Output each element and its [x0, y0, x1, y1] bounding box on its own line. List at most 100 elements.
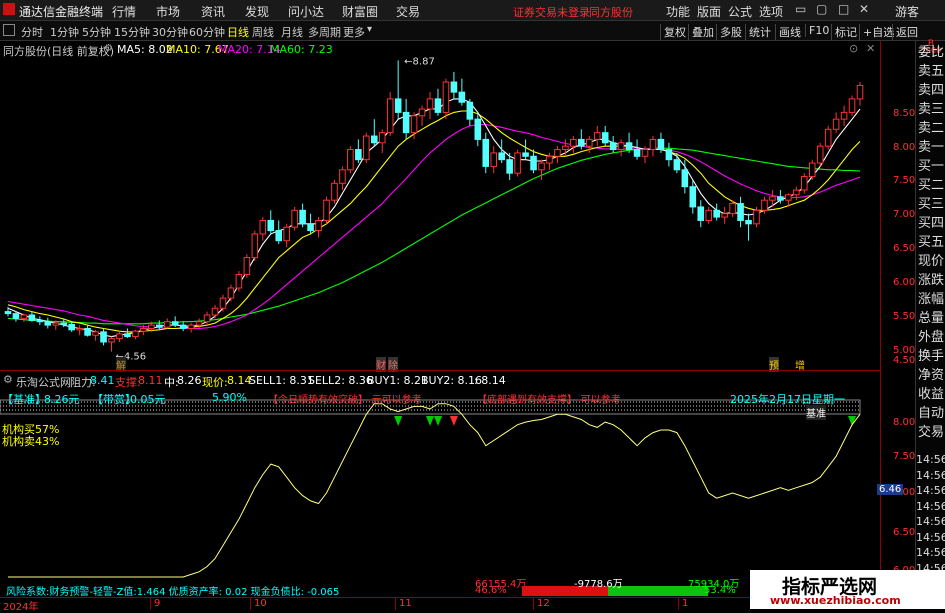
candle-body	[681, 169, 689, 188]
guest-button[interactable]: 游客	[895, 3, 919, 20]
candle-body	[60, 322, 68, 325]
zoom-icon[interactable]: ⊙	[849, 42, 858, 55]
menu-shichang[interactable]: 市场	[156, 3, 180, 20]
tf-multi[interactable]: 多周期	[308, 24, 341, 40]
candle-body	[697, 206, 705, 221]
tf-more[interactable]: 更多	[343, 24, 365, 40]
indicator-gear-icon[interactable]: ⚙	[3, 373, 13, 386]
baseline-value: 8.26元	[44, 393, 80, 406]
side-label[interactable]: 收益	[916, 385, 945, 404]
candle-body	[315, 219, 322, 232]
candle-body	[28, 314, 36, 321]
side-label[interactable]: 买一	[916, 157, 945, 176]
side-label[interactable]: 买四	[916, 214, 945, 233]
price-tick: 5.50	[893, 311, 916, 322]
panel-toggle-icon[interactable]	[3, 24, 15, 36]
multi-stock-button[interactable]: 多股	[716, 24, 742, 40]
draw-line-button[interactable]: 画线	[775, 24, 801, 40]
candle	[593, 125, 601, 147]
app-logo-icon	[3, 3, 15, 15]
risk-text: 风险系数:财务预警-轻警-Z值:1.464 优质资产率: 0.02 现金负债比:…	[6, 587, 340, 598]
side-label[interactable]: 现价	[916, 252, 945, 271]
tf-weekly[interactable]: 周线	[252, 24, 274, 40]
side-label[interactable]: 总量	[916, 309, 945, 328]
menu-hangqing[interactable]: 行情	[112, 3, 136, 20]
candle-body	[179, 324, 187, 329]
tf-1min[interactable]: 1分钟	[50, 24, 79, 40]
fuquan-button[interactable]: 复权	[660, 24, 686, 40]
side-label[interactable]: 委比	[916, 43, 945, 62]
candle	[386, 92, 394, 137]
tf-30min[interactable]: 30分钟	[152, 24, 188, 40]
menu-jiaoyi[interactable]: 交易	[396, 3, 420, 20]
more-chevron-icon[interactable]: ▾	[367, 24, 372, 35]
menu-zixun[interactable]: 资讯	[201, 3, 225, 20]
menu-wenxiaoda[interactable]: 问小达	[288, 3, 324, 20]
mark-button[interactable]: 标记	[831, 24, 857, 40]
support-value: 8.11	[138, 374, 163, 387]
tf-15min[interactable]: 15分钟	[114, 24, 150, 40]
restore-icon[interactable]: ▢	[816, 2, 827, 16]
menu-caifuquan[interactable]: 财富圈	[342, 3, 378, 20]
menu-gongshi[interactable]: 公式	[728, 3, 752, 20]
candlestick-chart[interactable]: ←8.87←4.56	[0, 55, 880, 369]
stats-button[interactable]: 统计	[745, 24, 771, 40]
price-tick: 7.50	[893, 175, 916, 186]
candle	[713, 203, 720, 221]
candle	[609, 136, 617, 153]
side-label[interactable]: 外盘	[916, 328, 945, 347]
candle-body	[593, 132, 601, 140]
side-label[interactable]: 卖一	[916, 138, 945, 157]
side-label[interactable]: 换手	[916, 347, 945, 366]
menu-faxian[interactable]: 发现	[245, 3, 269, 20]
side-label[interactable]: 卖四	[916, 81, 945, 100]
tf-5min[interactable]: 5分钟	[82, 24, 111, 40]
candle	[108, 336, 115, 352]
candle-body	[12, 313, 20, 319]
f10-button[interactable]: F10	[805, 24, 829, 37]
panel-close-icon[interactable]: ✕	[866, 42, 875, 55]
date-1: 1	[682, 598, 689, 609]
candle-body	[124, 333, 131, 338]
tf-60min[interactable]: 60分钟	[189, 24, 225, 40]
tf-monthly[interactable]: 月线	[281, 24, 303, 40]
add-watchlist-button[interactable]: +自选	[859, 24, 894, 40]
login-status[interactable]: 证券交易未登录	[513, 4, 590, 20]
side-label[interactable]: 净资	[916, 366, 945, 385]
back-button[interactable]: 返回	[892, 24, 918, 40]
candle-body	[824, 128, 832, 147]
menu-banmian[interactable]: 版面	[697, 3, 721, 20]
menu-gongneng[interactable]: 功能	[666, 3, 690, 20]
date-12: 12	[537, 598, 550, 609]
side-label[interactable]: 买五	[916, 233, 945, 252]
minimize-icon[interactable]: ▭	[795, 2, 806, 16]
candle	[339, 166, 346, 191]
candle	[251, 230, 259, 261]
candle-body	[761, 199, 768, 211]
maximize-icon[interactable]: □	[838, 2, 849, 16]
side-label[interactable]: 卖三	[916, 100, 945, 119]
menu-xuanxiang[interactable]: 选项	[759, 3, 783, 20]
side-label[interactable]: 交易	[916, 423, 945, 442]
candle	[554, 146, 561, 164]
side-label[interactable]: 买三	[916, 195, 945, 214]
candle	[259, 217, 267, 241]
close-icon[interactable]: ✕	[859, 2, 869, 16]
overlay-button[interactable]: 叠加	[688, 24, 714, 40]
candle-body	[713, 209, 720, 218]
side-label[interactable]: 卖五	[916, 62, 945, 81]
side-label[interactable]: 涨幅	[916, 290, 945, 309]
tf-daily[interactable]: 日线	[227, 24, 249, 40]
candle-body	[721, 213, 728, 218]
tf-fenshi[interactable]: 分时	[21, 24, 43, 40]
date-2024: 2024年	[3, 602, 39, 613]
side-label[interactable]: 卖二	[916, 119, 945, 138]
side-label[interactable]: 涨跌	[916, 271, 945, 290]
signal-note-breakout: 【今日顺势有效突破】-元可以参考	[268, 395, 422, 406]
candle-body	[753, 209, 760, 225]
indicator-chart[interactable]	[0, 388, 880, 598]
side-label[interactable]: 买二	[916, 176, 945, 195]
side-label[interactable]: 自动	[916, 404, 945, 423]
settings-gear-icon[interactable]: ⚙	[104, 43, 113, 54]
candle	[490, 146, 498, 174]
